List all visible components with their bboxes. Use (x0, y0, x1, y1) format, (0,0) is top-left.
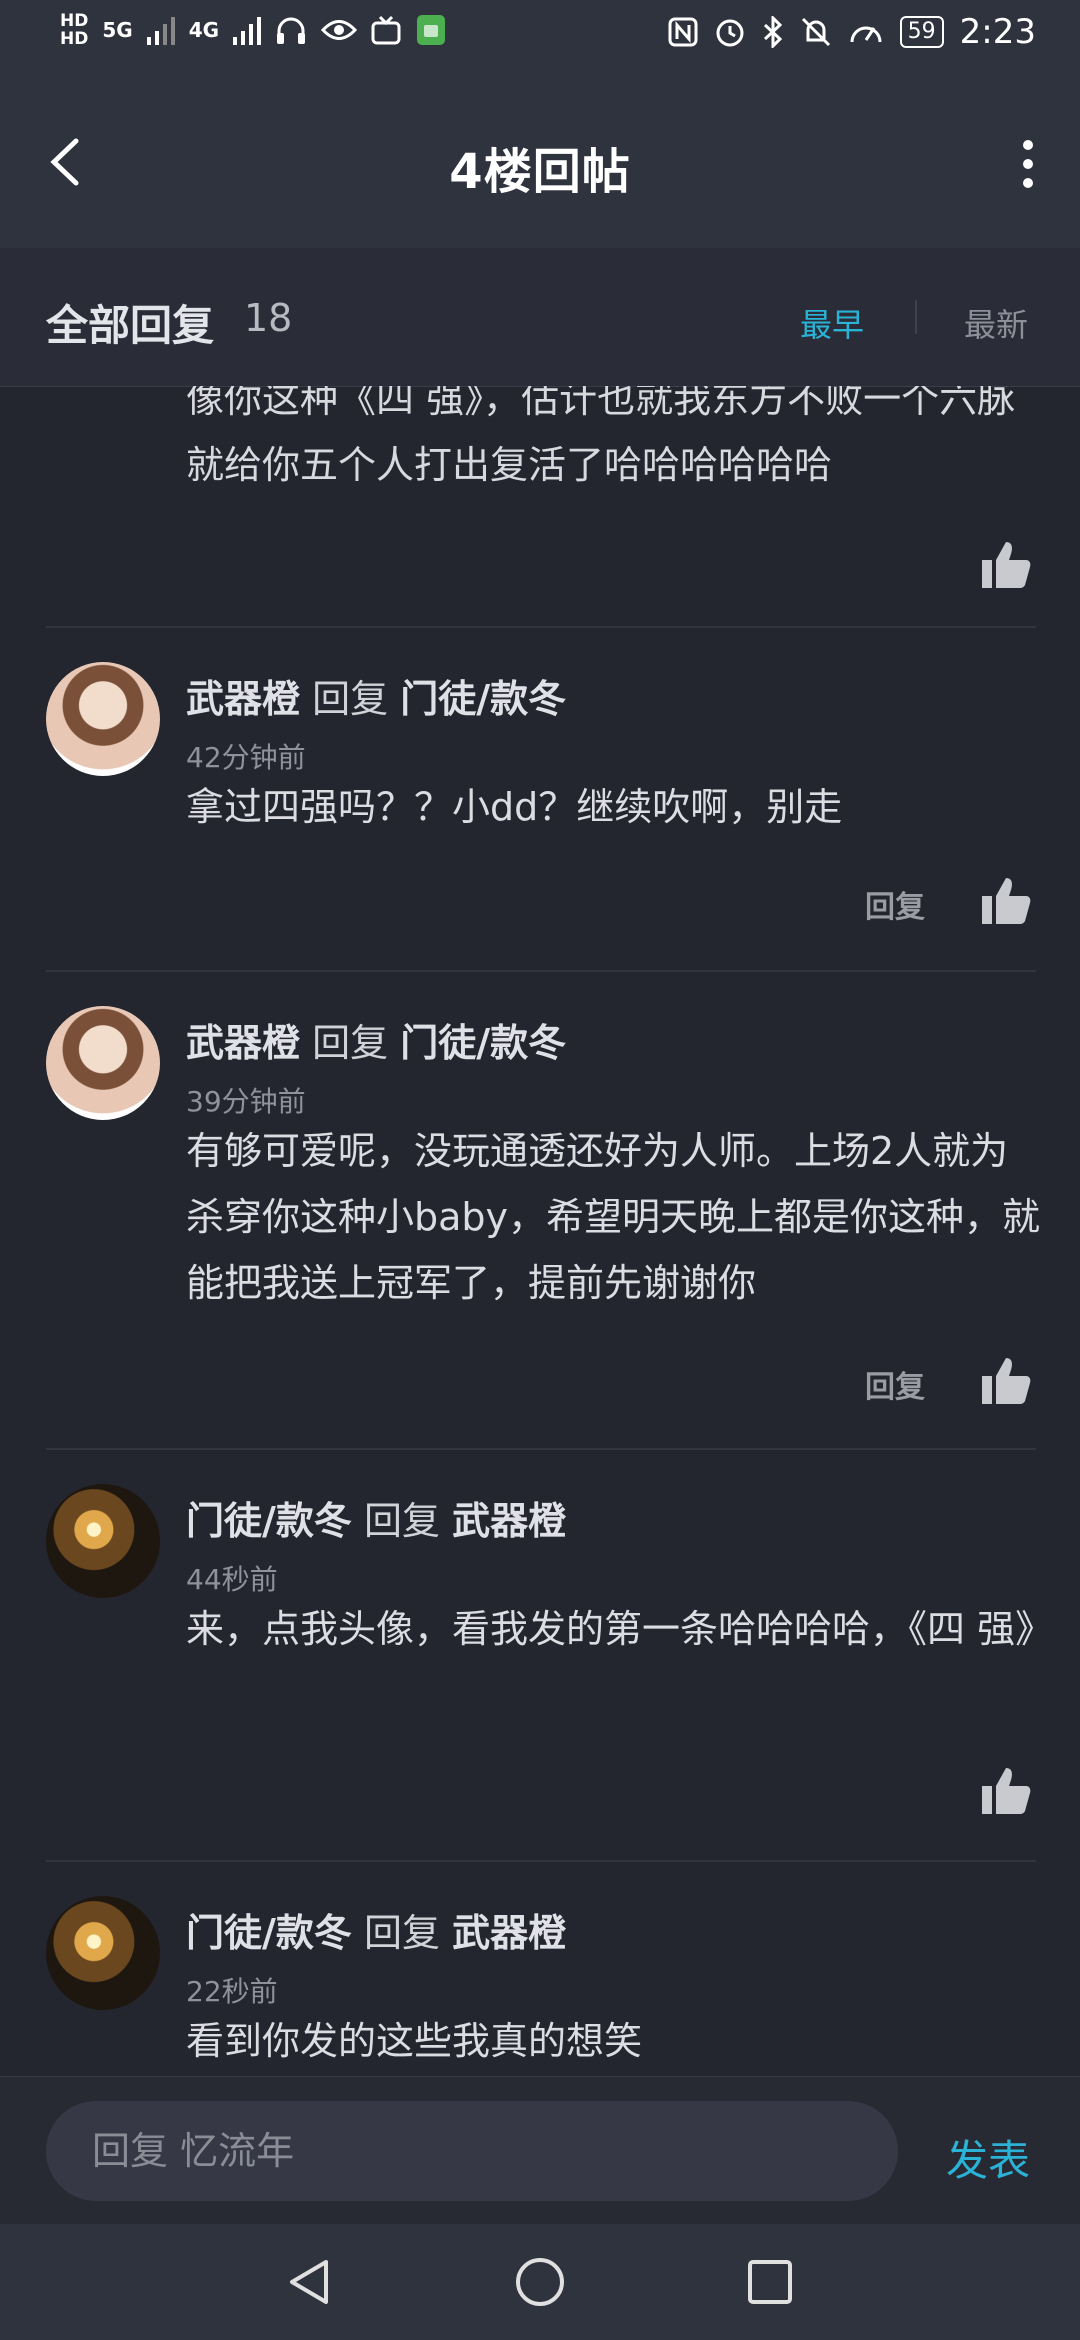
speed-gauge-icon (850, 26, 882, 43)
reply-button[interactable]: 回复 (865, 1362, 925, 1406)
username[interactable]: 武器橙 (186, 1021, 300, 1065)
thumbs-up-icon[interactable] (980, 1354, 1032, 1406)
signal-bars-icon (146, 17, 175, 45)
signal-4g-label: 4G (188, 18, 220, 42)
comment-time: 42分钟前 (186, 741, 306, 774)
thumbs-up-icon[interactable] (980, 874, 1032, 926)
reply-word: 回复 (363, 1499, 440, 1543)
thumbs-up-icon[interactable] (980, 1764, 1032, 1816)
tab-newest[interactable]: 最新 (964, 300, 1028, 346)
nfc-icon (668, 17, 698, 47)
page-title: 4楼回帖 (449, 144, 631, 200)
clock: 2:23 (959, 12, 1036, 52)
nav-home-icon[interactable] (512, 2254, 568, 2310)
eye-icon (321, 20, 358, 40)
sim-card-icon (417, 15, 446, 45)
system-nav-bar (0, 2224, 1080, 2340)
reply-word: 回复 (312, 677, 389, 721)
status-right: 59 2:23 (668, 12, 1036, 52)
comment-item: 门徒/款冬 回复 武器橙 44秒前 来，点我头像，看我发的第一条哈哈哈哈，《四 … (0, 1448, 1080, 1860)
comment-text: 有够可爱呢，没玩通透还好为人师。上场2人就为杀穿你这种小baby，希望明天晚上都… (186, 1129, 1041, 1305)
status-left: HD HD 5G 4G (60, 12, 447, 48)
app-bar: 4楼回帖 (0, 82, 1080, 248)
avatar[interactable] (46, 1484, 160, 1598)
comment-header: 门徒/款冬 回复 武器橙 (186, 1902, 566, 1957)
reply-target[interactable]: 门徒/款冬 (400, 677, 566, 721)
comment-time: 44秒前 (186, 1563, 278, 1596)
hd-indicators: HD HD (60, 12, 88, 48)
bluetooth-icon (763, 16, 782, 48)
reply-count: 18 (244, 296, 293, 340)
headphones-icon (277, 17, 306, 44)
reply-word: 回复 (363, 1911, 440, 1955)
reply-composer: 回复 忆流年 发表 (0, 2076, 1080, 2225)
all-replies-label: 全部回复 (46, 301, 215, 350)
comment-text: 拿过四强吗？？小dd？继续吹啊，别走 (186, 785, 843, 829)
hd-1-label: HD (60, 11, 89, 31)
tv-icon (371, 15, 401, 45)
comment-time: 39分钟前 (186, 1085, 306, 1118)
reply-target[interactable]: 武器橙 (452, 1911, 566, 1955)
comment-text: 来，点我头像，看我发的第一条哈哈哈哈，《四 强》 (186, 1607, 1054, 1651)
reply-word: 回复 (312, 1021, 389, 1065)
comment-header: 武器橙 回复 门徒/款冬 (186, 1012, 566, 1067)
signal-5g-label: 5G (102, 18, 133, 42)
signal-bars-icon (233, 17, 262, 45)
reply-input[interactable]: 回复 忆流年 (46, 2101, 898, 2201)
comment-item: 门徒/款冬 回复 武器橙 22秒前 看到你发的这些我真的想笑 (0, 1860, 1080, 2076)
thumbs-up-icon[interactable] (980, 538, 1032, 590)
nav-back-icon[interactable] (282, 2254, 338, 2310)
mute-bell-icon (801, 17, 830, 47)
comment-header: 门徒/款冬 回复 武器橙 (186, 1490, 566, 1545)
comment-text: 看到你发的这些我真的想笑 (186, 2019, 643, 2063)
hd-2-label: HD (60, 29, 89, 49)
more-options-icon[interactable] (1020, 140, 1036, 188)
comment-text: 像你这种《四 强》，估计也就我东方不败一个六脉就给你五个人打出复活了哈哈哈哈哈哈 (186, 386, 1016, 487)
comment-item: 武器橙 回复 门徒/款冬 39分钟前 有够可爱呢，没玩通透还好为人师。上场2人就… (0, 970, 1080, 1448)
tab-earliest[interactable]: 最早 (800, 300, 864, 346)
replies-header: 全部回复 18 最早 最新 (0, 248, 1080, 387)
reply-target[interactable]: 武器橙 (452, 1499, 566, 1543)
avatar[interactable] (46, 662, 160, 776)
username[interactable]: 武器橙 (186, 677, 300, 721)
reply-button[interactable]: 回复 (865, 882, 925, 926)
avatar[interactable] (46, 1006, 160, 1120)
status-bar: HD HD 5G 4G 59 2:23 (0, 0, 1080, 82)
send-button[interactable]: 发表 (946, 2127, 1030, 2188)
reply-target[interactable]: 门徒/款冬 (400, 1021, 566, 1065)
username[interactable]: 门徒/款冬 (186, 1499, 352, 1543)
avatar[interactable] (46, 1896, 160, 2010)
comment-item: 武器橙 回复 门徒/款冬 42分钟前 拿过四强吗？？小dd？继续吹啊，别走 回复 (0, 626, 1080, 970)
comment-list[interactable]: 像你这种《四 强》，估计也就我东方不败一个六脉就给你五个人打出复活了哈哈哈哈哈哈… (0, 386, 1080, 2076)
comment-header: 武器橙 回复 门徒/款冬 (186, 668, 566, 723)
username[interactable]: 门徒/款冬 (186, 1911, 352, 1955)
tab-divider (915, 300, 917, 334)
comment-time: 22秒前 (186, 1975, 278, 2008)
battery-indicator: 59 (899, 16, 944, 48)
alarm-icon (716, 19, 744, 47)
nav-recents-icon[interactable] (742, 2254, 798, 2310)
